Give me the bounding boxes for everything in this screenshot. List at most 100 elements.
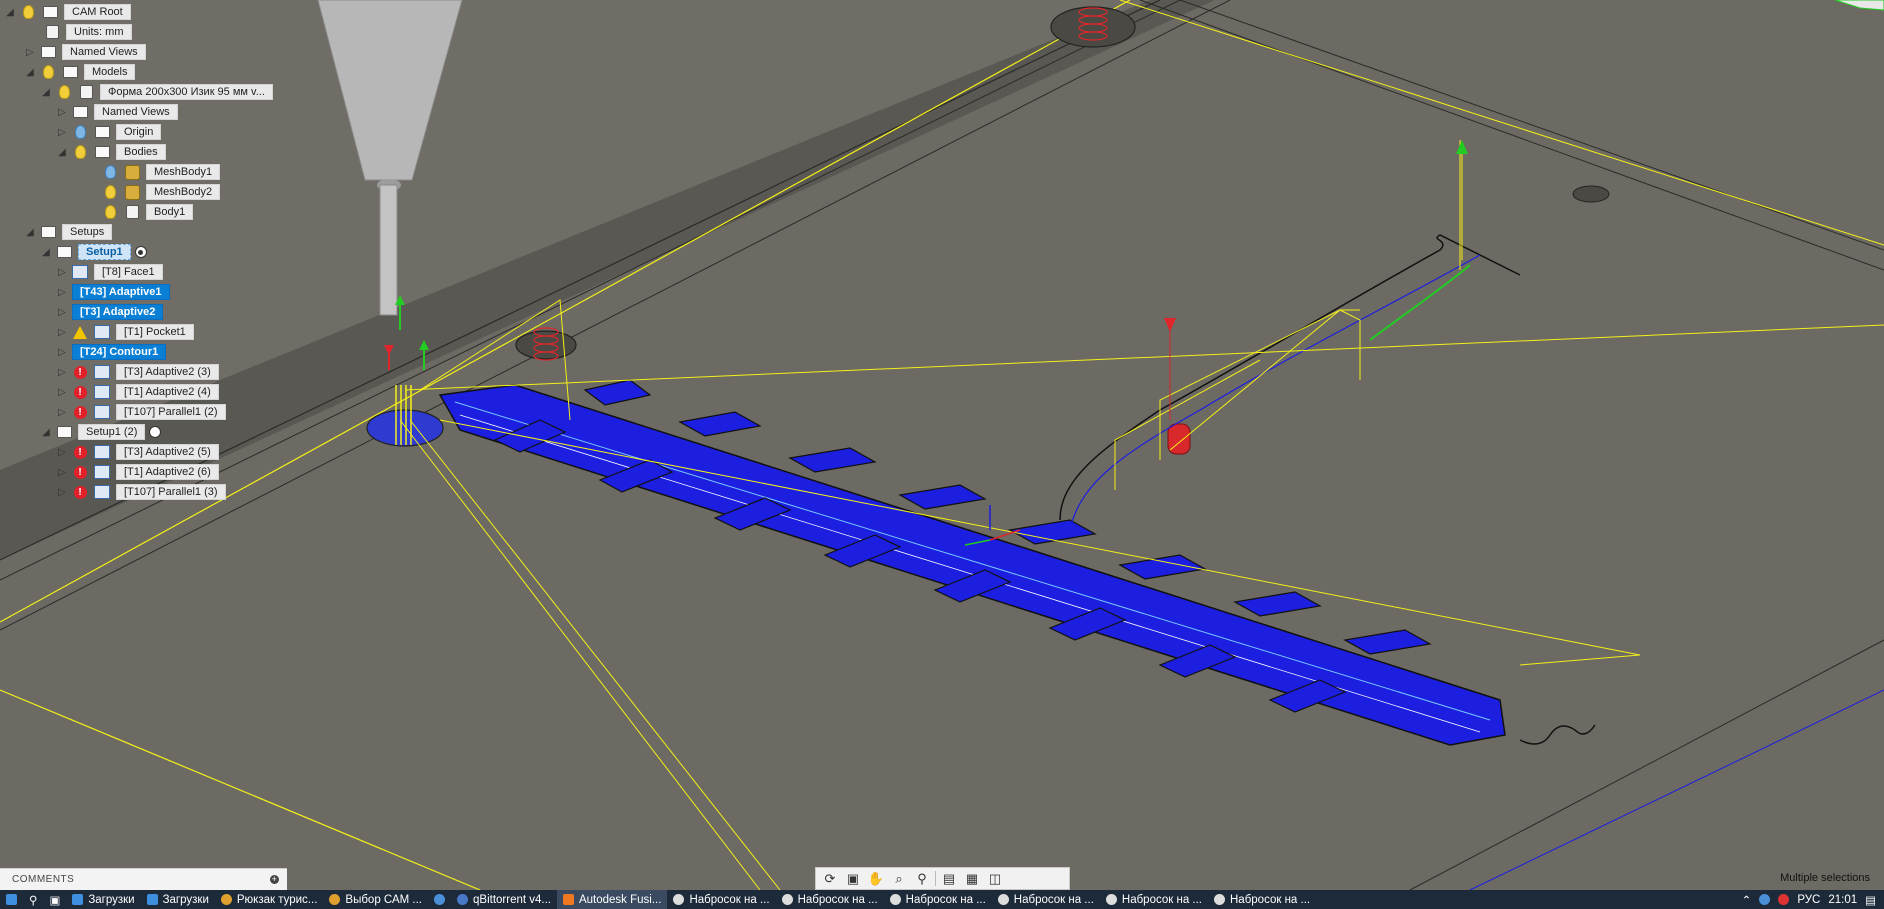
expand-icon[interactable]: ▷ bbox=[56, 106, 68, 118]
visibility-bulb-icon[interactable] bbox=[102, 204, 118, 220]
expand-icon[interactable]: ▷ bbox=[56, 446, 68, 458]
tree-label: Body1 bbox=[146, 204, 194, 220]
expand-icon[interactable]: ▷ bbox=[56, 266, 68, 278]
tray-app-icon[interactable] bbox=[1778, 894, 1790, 905]
expand-icon[interactable]: ▷ bbox=[56, 126, 68, 138]
viewports-icon[interactable]: ◫ bbox=[985, 870, 1005, 887]
search-button[interactable]: ⚲ bbox=[23, 890, 43, 909]
visibility-bulb-icon[interactable] bbox=[72, 144, 88, 160]
taskbar-item-chrome-1[interactable]: Рюкзак турис... bbox=[215, 890, 324, 909]
visibility-bulb-icon[interactable] bbox=[40, 64, 56, 80]
taskbar-item-fusion[interactable]: Autodesk Fusi... bbox=[556, 890, 668, 909]
expand-icon[interactable]: ▷ bbox=[56, 386, 68, 398]
language-indicator[interactable]: РУС bbox=[1797, 894, 1820, 906]
tree-node-named-views-2[interactable]: ▷ Named Views bbox=[56, 102, 178, 122]
taskbar-item-sketch-1[interactable]: Набросок на ... bbox=[667, 890, 775, 909]
folder-icon bbox=[94, 144, 110, 160]
visibility-bulb-off-icon[interactable] bbox=[102, 164, 118, 180]
display-settings-icon[interactable]: ▤ bbox=[939, 870, 959, 887]
chevron-up-icon[interactable]: ⌃ bbox=[1742, 893, 1752, 907]
tree-node-adaptive2-4[interactable]: ▷ ! [T1] Adaptive2 (4) bbox=[56, 382, 219, 402]
expand-icon[interactable]: ▷ bbox=[56, 406, 68, 418]
taskbar-item-downloads-2[interactable]: Загрузки bbox=[141, 890, 215, 909]
taskbar-item-app[interactable] bbox=[428, 890, 451, 909]
tree-node-parallel1-2[interactable]: ▷ ! [T107] Parallel1 (2) bbox=[56, 402, 226, 422]
collapse-icon[interactable]: ◢ bbox=[40, 246, 52, 258]
expand-icon[interactable]: ▷ bbox=[56, 346, 68, 358]
taskbar-item-sketch-5[interactable]: Набросок на ... bbox=[1100, 890, 1208, 909]
expand-icon[interactable]: ▷ bbox=[56, 466, 68, 478]
zoom-icon[interactable]: ⌕ bbox=[889, 870, 909, 887]
add-comment-icon[interactable]: + bbox=[270, 875, 279, 884]
tree-node-adaptive2-3[interactable]: ▷ ! [T3] Adaptive2 (3) bbox=[56, 362, 219, 382]
fit-icon[interactable]: ⚲ bbox=[912, 870, 932, 887]
expand-icon[interactable]: ▷ bbox=[24, 46, 36, 58]
tree-node-pocket1[interactable]: ▷ [T1] Pocket1 bbox=[56, 322, 194, 342]
tree-node-setups[interactable]: ◢ Setups bbox=[24, 222, 113, 242]
expand-icon[interactable]: ▷ bbox=[56, 326, 68, 338]
chrome-icon bbox=[220, 894, 232, 905]
active-setup-radio[interactable] bbox=[134, 246, 147, 258]
taskbar-item-sketch-3[interactable]: Набросок на ... bbox=[884, 890, 992, 909]
expand-icon[interactable]: ▷ bbox=[56, 306, 68, 318]
collapse-icon[interactable]: ◢ bbox=[4, 6, 16, 18]
orbit-icon[interactable]: ⟳ bbox=[820, 870, 840, 887]
taskbar-item-downloads-1[interactable]: Загрузки bbox=[66, 890, 140, 909]
adaptive-operation-icon bbox=[94, 364, 110, 380]
taskbar-item-label: Autodesk Fusi... bbox=[578, 893, 662, 906]
tree-node-meshbody2[interactable]: MeshBody2 bbox=[102, 182, 221, 202]
collapse-icon[interactable]: ◢ bbox=[40, 86, 52, 98]
collapse-icon[interactable]: ◢ bbox=[40, 426, 52, 438]
collapse-icon[interactable]: ◢ bbox=[24, 226, 36, 238]
tree-node-units[interactable]: Units: mm bbox=[44, 22, 132, 42]
tree-node-setup1-2[interactable]: ◢ Setup1 (2) bbox=[40, 422, 162, 442]
taskbar-item-label: Загрузки bbox=[162, 893, 209, 906]
visibility-bulb-off-icon[interactable] bbox=[72, 124, 88, 140]
grid-icon[interactable]: ▦ bbox=[962, 870, 982, 887]
expand-icon[interactable]: ▷ bbox=[56, 486, 68, 498]
tree-node-bodies[interactable]: ◢ Bodies bbox=[56, 142, 166, 162]
download-icon bbox=[72, 894, 84, 905]
tree-node-contour1[interactable]: ▷ [T24] Contour1 bbox=[56, 342, 167, 362]
visibility-bulb-icon[interactable] bbox=[20, 4, 36, 20]
solid-body-icon bbox=[124, 204, 140, 220]
taskbar-item-sketch-6[interactable]: Набросок на ... bbox=[1208, 890, 1316, 909]
expand-icon[interactable]: ▷ bbox=[56, 286, 68, 298]
tree-node-body1[interactable]: Body1 bbox=[102, 202, 194, 222]
tree-label: Setups bbox=[62, 224, 113, 240]
tree-node-named-views[interactable]: ▷ Named Views bbox=[24, 42, 146, 62]
pan-icon[interactable]: ✋ bbox=[866, 870, 886, 887]
browser-tree: ◢ CAM Root Units: mm ▷ Named Views ◢ Mod… bbox=[0, 0, 300, 600]
expand-icon[interactable]: ▷ bbox=[56, 366, 68, 378]
visibility-bulb-icon[interactable] bbox=[102, 184, 118, 200]
tree-node-adaptive1[interactable]: ▷ [T43] Adaptive1 bbox=[56, 282, 170, 302]
tray-app-icon[interactable] bbox=[1759, 894, 1771, 905]
tree-node-meshbody1[interactable]: MeshBody1 bbox=[102, 162, 221, 182]
taskbar-item-chrome-2[interactable]: Выбор САМ ... bbox=[323, 890, 428, 909]
toolbar-divider bbox=[935, 871, 936, 886]
start-button[interactable] bbox=[0, 890, 23, 909]
tree-node-adaptive2-6[interactable]: ▷ ! [T1] Adaptive2 (6) bbox=[56, 462, 219, 482]
tree-node-adaptive2[interactable]: ▷ [T3] Adaptive2 bbox=[56, 302, 164, 322]
tree-node-models[interactable]: ◢ Models bbox=[24, 62, 136, 82]
taskbar-item-qbittorrent[interactable]: qBittorrent v4... bbox=[451, 890, 557, 909]
activate-setup-radio[interactable] bbox=[149, 426, 162, 438]
tree-node-adaptive2-5[interactable]: ▷ ! [T3] Adaptive2 (5) bbox=[56, 442, 219, 462]
tree-node-setup1[interactable]: ◢ Setup1 bbox=[40, 242, 147, 262]
task-view-button[interactable]: ▣ bbox=[43, 890, 66, 909]
visibility-bulb-icon[interactable] bbox=[56, 84, 72, 100]
tree-node-model[interactable]: ◢ Форма 200x300 Изик 95 мм v... bbox=[40, 82, 273, 102]
notifications-icon[interactable]: ▤ bbox=[1865, 893, 1876, 907]
comments-panel[interactable]: COMMENTS + bbox=[0, 868, 287, 890]
tree-node-origin[interactable]: ▷ Origin bbox=[56, 122, 162, 142]
collapse-icon[interactable]: ◢ bbox=[56, 146, 68, 158]
tree-node-cam-root[interactable]: ◢ CAM Root bbox=[4, 2, 131, 22]
tree-node-face1[interactable]: ▷ [T8] Face1 bbox=[56, 262, 163, 282]
taskbar-item-sketch-4[interactable]: Набросок на ... bbox=[992, 890, 1100, 909]
taskbar-item-label: Набросок на ... bbox=[1121, 893, 1202, 906]
taskbar-item-sketch-2[interactable]: Набросок на ... bbox=[776, 890, 884, 909]
clock[interactable]: 21:01 bbox=[1828, 894, 1857, 906]
tree-node-parallel1-3[interactable]: ▷ ! [T107] Parallel1 (3) bbox=[56, 482, 226, 502]
look-at-icon[interactable]: ▣ bbox=[843, 870, 863, 887]
collapse-icon[interactable]: ◢ bbox=[24, 66, 36, 78]
